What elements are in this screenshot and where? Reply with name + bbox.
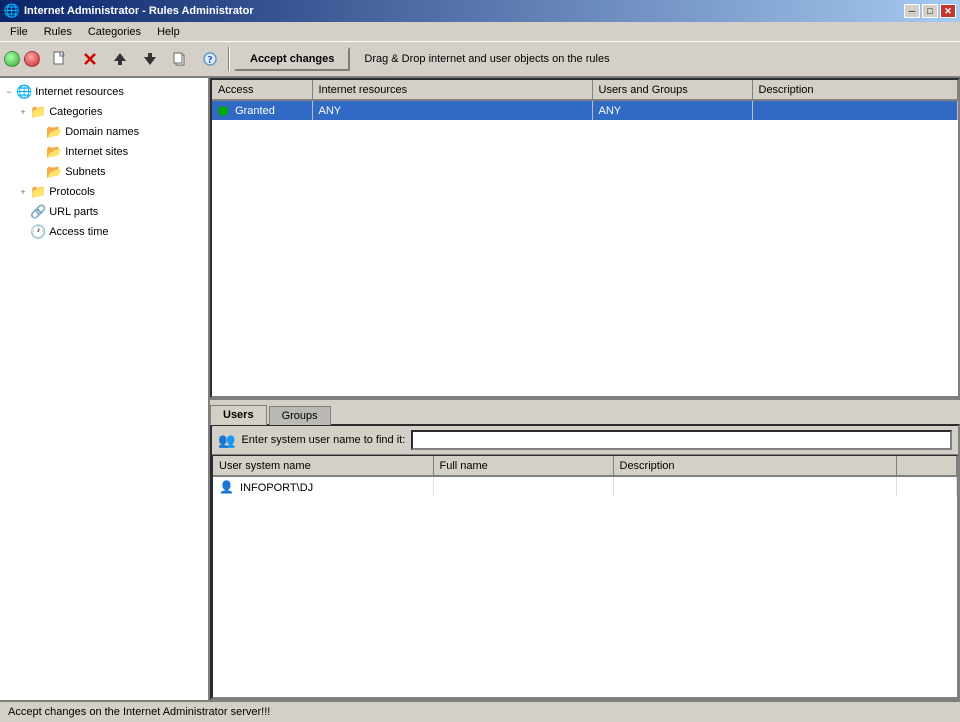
minimize-button[interactable]: ─: [904, 4, 920, 18]
status-bar: Accept changes on the Internet Administr…: [0, 700, 960, 722]
expand-domain-names: [34, 127, 44, 137]
tabs-bar: Users Groups: [210, 400, 960, 424]
menu-categories[interactable]: Categories: [80, 24, 149, 40]
col-description: Description: [613, 456, 897, 476]
disable-button[interactable]: [24, 51, 40, 67]
clock-icon: 🕐: [30, 224, 46, 240]
tab-content: 👥 Enter system user name to find it: Use…: [210, 424, 960, 700]
bottom-panel: Users Groups 👥 Enter system user name to…: [210, 398, 960, 700]
tree-subnets[interactable]: 📂 Subnets: [0, 162, 208, 182]
tree-protocols[interactable]: + 📁 Protocols: [0, 182, 208, 202]
folder-protocols-icon: 📁: [30, 184, 46, 200]
users-table-area: User system name Full name Description: [212, 455, 958, 698]
tree-subnets-label: Subnets: [65, 166, 105, 178]
search-bar: 👥 Enter system user name to find it:: [212, 426, 958, 455]
toolbar-separator: [228, 47, 230, 71]
url-parts-icon: 🔗: [30, 204, 46, 220]
menu-help[interactable]: Help: [149, 24, 188, 40]
title-bar: 🌐 Internet Administrator - Rules Adminis…: [0, 0, 960, 22]
tab-groups[interactable]: Groups: [269, 406, 331, 425]
tree-url-parts-label: URL parts: [49, 206, 98, 218]
expand-protocols[interactable]: +: [18, 187, 28, 197]
tree-internet-sites[interactable]: 📂 Internet sites: [0, 142, 208, 162]
granted-dot: [218, 106, 228, 116]
menu-bar: File Rules Categories Help: [0, 22, 960, 42]
description-cell-user: [613, 476, 897, 496]
help-button[interactable]: ?: [196, 45, 224, 73]
accept-changes-button[interactable]: Accept changes: [234, 47, 350, 71]
tree-domain-names[interactable]: 📂 Domain names: [0, 122, 208, 142]
move-down-button[interactable]: [136, 45, 164, 73]
main-content: − 🌐 Internet resources + 📁 Categories 📂 …: [0, 78, 960, 700]
menu-file[interactable]: File: [2, 24, 36, 40]
folder-domain-names-icon: 📂: [46, 124, 62, 140]
col-access: Access: [212, 80, 312, 100]
col-internet-resources: Internet resources: [312, 80, 592, 100]
tree-categories-label: Categories: [49, 106, 102, 118]
menu-rules[interactable]: Rules: [36, 24, 80, 40]
search-label: Enter system user name to find it:: [241, 434, 405, 446]
expand-subnets: [34, 167, 44, 177]
internet-resources-cell: ANY: [312, 100, 592, 120]
col-users-groups: Users and Groups: [592, 80, 752, 100]
extra-cell: [897, 476, 957, 496]
tree-access-time[interactable]: 🕐 Access time: [0, 222, 208, 242]
access-value: Granted: [235, 105, 275, 117]
restore-button[interactable]: □: [922, 4, 938, 18]
rules-table-area: Access Internet resources Users and Grou…: [210, 78, 960, 398]
globe-icon: 🌐: [16, 84, 32, 100]
col-description: Description: [752, 80, 958, 100]
delete-button[interactable]: [76, 45, 104, 73]
table-row[interactable]: Granted ANY ANY: [212, 100, 958, 120]
search-input[interactable]: [411, 430, 952, 450]
tree-categories[interactable]: + 📁 Categories: [0, 102, 208, 122]
users-groups-cell: ANY: [592, 100, 752, 120]
user-icon: 👤: [219, 480, 234, 494]
app-icon: 🌐: [4, 3, 20, 19]
users-table: User system name Full name Description: [213, 456, 957, 496]
enable-button[interactable]: [4, 51, 20, 67]
find-users-icon: 👥: [218, 432, 235, 449]
user-system-name-value: INFOPORT\DJ: [240, 482, 313, 494]
move-up-button[interactable]: [106, 45, 134, 73]
window-controls: ─ □ ✕: [904, 4, 956, 18]
folder-categories-icon: 📁: [30, 104, 46, 120]
col-extra: [897, 456, 957, 476]
tree-internet-sites-label: Internet sites: [65, 146, 128, 158]
drag-drop-hint: Drag & Drop internet and user objects on…: [364, 53, 609, 65]
access-cell: Granted: [212, 100, 312, 120]
rules-table: Access Internet resources Users and Grou…: [212, 80, 958, 120]
tab-users[interactable]: Users: [210, 405, 267, 425]
tree-access-time-label: Access time: [49, 226, 108, 238]
expand-url-parts: [18, 207, 28, 217]
right-panel: Access Internet resources Users and Grou…: [210, 78, 960, 700]
expand-internet-sites: [34, 147, 44, 157]
copy-button[interactable]: [166, 45, 194, 73]
expand-access-time: [18, 227, 28, 237]
description-cell: [752, 100, 958, 120]
tree-protocols-label: Protocols: [49, 186, 95, 198]
folder-internet-sites-icon: 📂: [46, 144, 62, 160]
tree-internet-resources[interactable]: − 🌐 Internet resources: [0, 82, 208, 102]
col-full-name: Full name: [433, 456, 613, 476]
status-text: Accept changes on the Internet Administr…: [8, 706, 270, 718]
tree-internet-resources-label: Internet resources: [35, 86, 124, 98]
toolbar: ? Accept changes Drag & Drop internet an…: [0, 42, 960, 78]
user-system-name-cell: 👤 INFOPORT\DJ: [213, 476, 433, 496]
tree-domain-names-label: Domain names: [65, 126, 139, 138]
col-user-system-name: User system name: [213, 456, 433, 476]
expand-categories[interactable]: +: [18, 107, 28, 117]
title-bar-text: Internet Administrator - Rules Administr…: [24, 5, 900, 17]
close-button[interactable]: ✕: [940, 4, 956, 18]
folder-subnets-icon: 📂: [46, 164, 62, 180]
tree-url-parts[interactable]: 🔗 URL parts: [0, 202, 208, 222]
expand-internet-resources[interactable]: −: [4, 87, 14, 97]
tree-panel: − 🌐 Internet resources + 📁 Categories 📂 …: [0, 78, 210, 700]
full-name-cell: [433, 476, 613, 496]
user-row[interactable]: 👤 INFOPORT\DJ: [213, 476, 957, 496]
svg-text:?: ?: [208, 55, 213, 66]
new-button[interactable]: [46, 45, 74, 73]
